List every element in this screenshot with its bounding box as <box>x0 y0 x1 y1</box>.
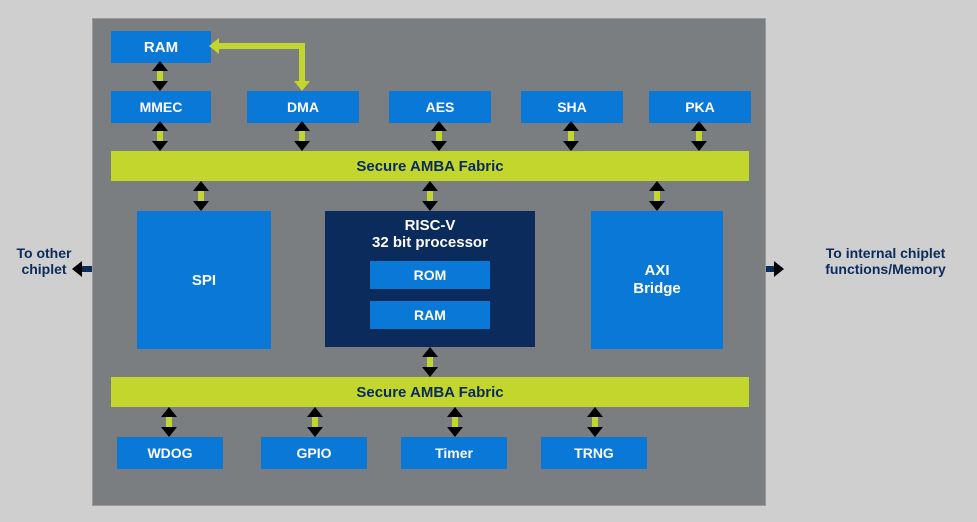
arrow-fabric-timer-icon <box>451 407 459 437</box>
block-wdog: WDOG <box>117 437 223 469</box>
riscv-title-1: RISC-V <box>325 211 535 234</box>
arrow-pka-fabric-icon <box>695 121 703 151</box>
arrow-sha-fabric-icon <box>567 121 575 151</box>
block-riscv: RISC-V 32 bit processor ROM RAM <box>325 211 535 347</box>
arrow-fabric-riscv-icon <box>426 181 434 211</box>
block-timer: Timer <box>401 437 507 469</box>
diagram-stage: To other chiplet To internal chiplet fun… <box>0 0 977 522</box>
block-gpio: GPIO <box>261 437 367 469</box>
label-to-internal-functions: To internal chiplet functions/Memory <box>794 245 977 277</box>
arrow-fabric-trng-icon <box>591 407 599 437</box>
arrow-fabric-spi-icon <box>197 181 205 211</box>
riscv-title-2: 32 bit processor <box>325 234 535 251</box>
arrow-dma-fabric-icon <box>298 121 306 151</box>
block-dma: DMA <box>247 91 359 123</box>
arrow-fabric-gpio-icon <box>311 407 319 437</box>
block-fabric-lower: Secure AMBA Fabric <box>111 377 749 407</box>
soc-panel: RAM MMEC DMA AES SHA PKA Secure AMBA Fab… <box>92 18 766 506</box>
block-sha: SHA <box>521 91 623 123</box>
block-fabric-upper: Secure AMBA Fabric <box>111 151 749 181</box>
block-spi: SPI <box>137 211 271 349</box>
axi-line-2: Bridge <box>633 280 681 298</box>
arrow-fabric-wdog-icon <box>165 407 173 437</box>
block-mmec: MMEC <box>111 91 211 123</box>
block-ram-top: RAM <box>111 31 211 63</box>
arrow-fabric-axi-icon <box>653 181 661 211</box>
arrow-mmec-fabric-icon <box>156 121 164 151</box>
arrow-ram-mmec-icon <box>156 61 164 91</box>
block-pka: PKA <box>649 91 751 123</box>
block-riscv-rom: ROM <box>370 261 490 289</box>
axi-line-1: AXI <box>644 262 669 280</box>
block-aes: AES <box>389 91 491 123</box>
block-riscv-ram: RAM <box>370 301 490 329</box>
block-axi-bridge: AXI Bridge <box>591 211 723 349</box>
block-trng: TRNG <box>541 437 647 469</box>
arrow-riscv-lower-fabric-icon <box>426 347 434 377</box>
arrow-aes-fabric-icon <box>435 121 443 151</box>
